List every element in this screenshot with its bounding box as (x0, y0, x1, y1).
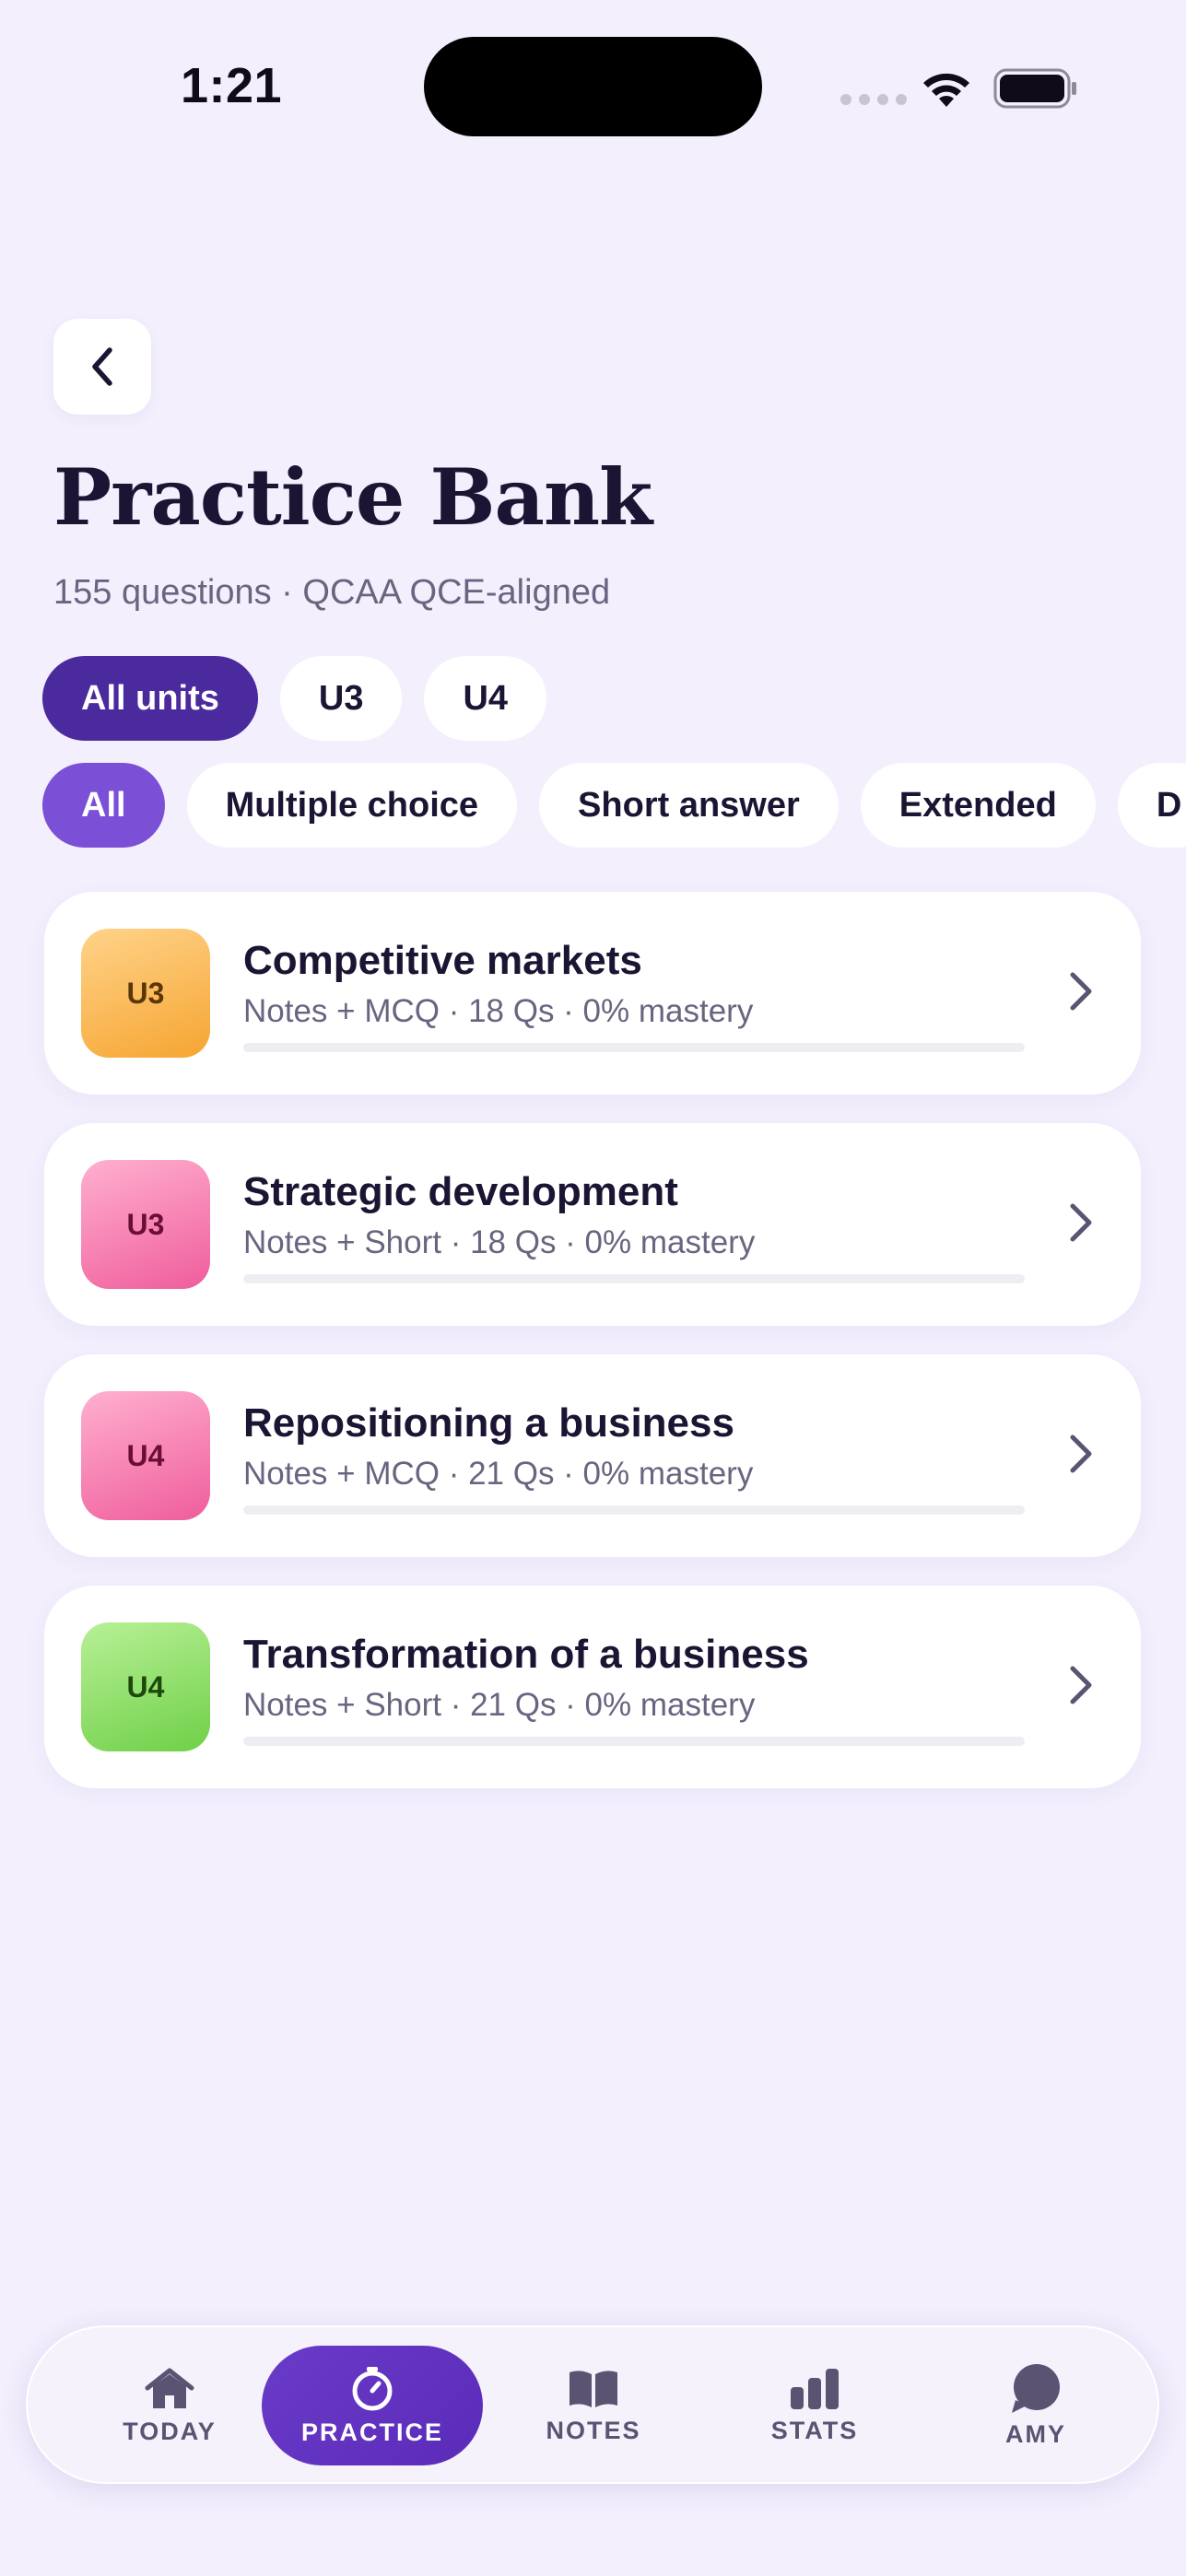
type-chip-extended[interactable]: Extended (860, 763, 1096, 848)
back-button[interactable] (53, 319, 151, 415)
battery-icon (993, 68, 1076, 109)
dynamic-island (424, 37, 762, 136)
tab-amy[interactable]: AMY (925, 2346, 1146, 2465)
chevron-right-icon (1070, 1666, 1092, 1704)
mastery-progress-bar (243, 1737, 1025, 1746)
status-bar: 1:21 (0, 0, 1186, 175)
mastery-progress-bar (243, 1505, 1025, 1515)
topic-card-competitive-markets[interactable]: U3 Competitive markets Notes + MCQ · 18 … (44, 892, 1141, 1095)
topic-meta: Notes + MCQ · 21 Qs · 0% mastery (243, 1456, 754, 1492)
topic-card-strategic-development[interactable]: U3 Strategic development Notes + Short ·… (44, 1123, 1141, 1326)
tab-label: NOTES (546, 2416, 641, 2444)
tab-today[interactable]: TODAY (59, 2346, 280, 2465)
chevron-right-icon (1070, 972, 1092, 1011)
type-chip-all[interactable]: All (42, 763, 165, 848)
unit-badge: U3 (81, 929, 210, 1058)
type-filter-chips: All Multiple choice Short answer Extende… (42, 763, 1186, 848)
topic-meta: Notes + Short · 18 Qs · 0% mastery (243, 1224, 756, 1260)
tab-stats[interactable]: STATS (704, 2346, 925, 2465)
chevron-left-icon (92, 347, 112, 386)
unit-filter-chips: All units U3 U4 (42, 656, 547, 741)
cellular-signal-icon (840, 94, 907, 105)
tab-label: TODAY (123, 2417, 217, 2445)
topic-meta: Notes + Short · 21 Qs · 0% mastery (243, 1687, 756, 1723)
unit-chip-u4[interactable]: U4 (424, 656, 547, 741)
chat-bubble-icon (1012, 2363, 1060, 2413)
wifi-icon (923, 73, 969, 107)
mastery-progress-bar (243, 1043, 1025, 1052)
type-chip-short-answer[interactable]: Short answer (539, 763, 839, 848)
page-title: Practice Bank (53, 451, 652, 543)
chevron-right-icon (1070, 1434, 1092, 1473)
mastery-progress-bar (243, 1274, 1025, 1283)
topic-title: Strategic development (243, 1169, 678, 1214)
home-icon (145, 2368, 194, 2408)
topic-card-transformation-of-a-business[interactable]: U4 Transformation of a business Notes + … (44, 1586, 1141, 1788)
chevron-right-icon (1070, 1203, 1092, 1242)
type-chip-more[interactable]: D (1117, 763, 1186, 848)
tab-practice[interactable]: PRACTICE (262, 2346, 483, 2465)
tab-label: AMY (1005, 2419, 1066, 2448)
unit-chip-u3[interactable]: U3 (279, 656, 403, 741)
bottom-tab-bar: TODAY PRACTICE NOTES STATS AMY (26, 2325, 1159, 2484)
topic-card-repositioning-a-business[interactable]: U4 Repositioning a business Notes + MCQ … (44, 1354, 1141, 1557)
unit-badge: U3 (81, 1160, 210, 1289)
unit-chip-all[interactable]: All units (42, 656, 258, 741)
topic-title: Competitive markets (243, 938, 642, 983)
book-icon (570, 2370, 617, 2407)
unit-badge: U4 (81, 1391, 210, 1520)
tab-label: PRACTICE (300, 2418, 443, 2446)
topic-title: Repositioning a business (243, 1400, 734, 1446)
topic-meta: Notes + MCQ · 18 Qs · 0% mastery (243, 993, 754, 1029)
type-chip-multiple-choice[interactable]: Multiple choice (186, 763, 518, 848)
tab-label: STATS (770, 2416, 859, 2444)
tab-notes[interactable]: NOTES (483, 2346, 704, 2465)
page-subtitle: 155 questions · QCAA QCE-aligned (53, 573, 611, 612)
bar-chart-icon (791, 2368, 839, 2409)
status-time: 1:21 (181, 58, 283, 113)
timer-icon (352, 2366, 393, 2410)
topic-title: Transformation of a business (243, 1632, 809, 1677)
unit-badge: U4 (81, 1622, 210, 1751)
